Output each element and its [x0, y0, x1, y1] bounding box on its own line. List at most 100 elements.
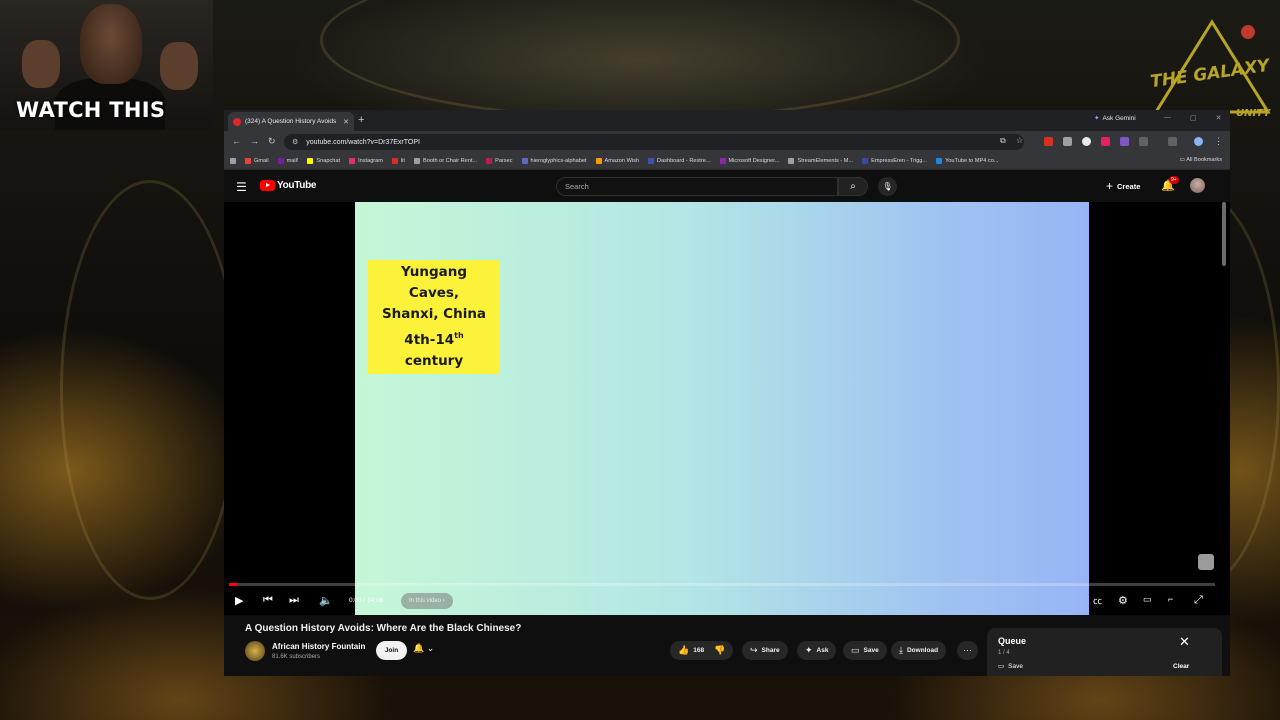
bookmark-label: YouTube to MP4 co...	[945, 158, 999, 164]
webcam-label: WATCH THIS	[16, 98, 166, 122]
bookmark-item[interactable]: mail!	[277, 158, 298, 164]
miniplayer-icon[interactable]: ▭	[1143, 594, 1152, 605]
download-button[interactable]: ⤓ Download	[891, 641, 947, 660]
bookmark-item[interactable]: Booth or Chair Rent...	[413, 158, 477, 164]
extension-icon[interactable]	[1044, 137, 1053, 146]
youtube-logo[interactable]: YouTube	[260, 180, 317, 191]
queue-save-button[interactable]: ▭ Save	[998, 662, 1023, 671]
extension-icon[interactable]	[1120, 137, 1129, 146]
apps-grid-icon[interactable]	[230, 158, 236, 164]
thumbs-down-icon[interactable]: 👎	[714, 645, 725, 656]
back-icon[interactable]: ←	[232, 136, 241, 146]
site-info-icon[interactable]: ⚙	[292, 138, 298, 146]
save-button[interactable]: ▭ Save	[843, 641, 887, 660]
fullscreen-icon[interactable]: ⤢	[1194, 594, 1203, 607]
subscription-bell-icon[interactable]: 🔔 ⌄	[413, 643, 434, 654]
channel-watermark-icon[interactable]	[1198, 554, 1214, 570]
like-count: 168	[693, 647, 705, 654]
logo-subtext: UNITY	[1236, 108, 1271, 119]
notification-badge: 9+	[1169, 176, 1179, 184]
microphone-icon[interactable]: 🎙	[878, 177, 897, 196]
share-label: Share	[761, 647, 780, 654]
bookmark-label: Microsoft Designer...	[728, 158, 780, 164]
volume-icon[interactable]: 🔈	[319, 594, 333, 607]
bookmark-star-icon[interactable]: ☆	[1016, 136, 1023, 145]
url-text[interactable]: youtube.com/watch?v=Dr37ExrTOPI	[306, 139, 420, 146]
bookmark-item[interactable]: Gmail	[245, 158, 269, 164]
bookmark-item[interactable]: Microsoft Designer...	[719, 158, 780, 164]
bookmark-item[interactable]: hieroglyphics-alphabet	[521, 158, 587, 164]
join-button[interactable]: Join	[376, 641, 407, 660]
minimize-icon[interactable]: —	[1164, 114, 1171, 122]
progress-bar[interactable]	[229, 583, 1215, 586]
channel-name[interactable]: African History Fountain	[272, 642, 365, 651]
omnibox[interactable]: ⚙ youtube.com/watch?v=Dr37ExrTOPI	[284, 134, 1024, 150]
next-icon[interactable]: ⏭	[289, 594, 299, 607]
browser-tab[interactable]: (324) A Question History Avoids ✕	[228, 112, 354, 131]
bookmark-label: EmpressEren - Trigg...	[871, 158, 928, 164]
close-tab-icon[interactable]: ✕	[343, 118, 349, 126]
extension-icon[interactable]	[1063, 137, 1072, 146]
extension-icon[interactable]	[1101, 137, 1110, 146]
window-controls: — ▢ ✕	[1164, 114, 1222, 122]
profile-icon[interactable]	[1194, 137, 1203, 146]
bookmark-item[interactable]: Dashboard - Restre...	[648, 158, 711, 164]
bookmark-favicon-icon	[648, 158, 655, 164]
webcam-person-head	[80, 4, 142, 84]
video-frame[interactable]: Yungang Caves, Shanxi, China 4th-14th ce…	[355, 202, 1089, 615]
caption-superscript: th	[454, 331, 464, 340]
bookmark-item[interactable]: Instagram	[349, 158, 383, 164]
hamburger-menu-icon[interactable]: ☰	[236, 180, 247, 194]
bookmark-item[interactable]: Parsec	[486, 158, 513, 164]
save-label: Save	[863, 647, 879, 654]
browser-menu-icon[interactable]: ⋮	[1214, 136, 1223, 147]
bookmark-item[interactable]: StreamElements - M...	[788, 158, 853, 164]
more-actions-button[interactable]: ⋯	[957, 641, 978, 660]
video-caption: Yungang Caves, Shanxi, China 4th-14th ce…	[368, 260, 500, 374]
extension-icon[interactable]	[1082, 137, 1091, 146]
gemini-icon: ✦	[1094, 115, 1100, 122]
youtube-favicon-icon	[233, 117, 241, 126]
captions-icon[interactable]: ㏄	[1093, 594, 1102, 607]
previous-icon[interactable]: ⏮	[263, 594, 273, 607]
bookmark-item[interactable]: lit	[391, 158, 405, 164]
maximize-icon[interactable]: ▢	[1190, 114, 1197, 122]
settings-gear-icon[interactable]: ⚙	[1118, 594, 1128, 607]
video-player[interactable]: Yungang Caves, Shanxi, China 4th-14th ce…	[224, 202, 1230, 615]
ask-button[interactable]: ✦ Ask	[797, 641, 837, 660]
bookmark-favicon-icon	[936, 158, 943, 164]
search-icon[interactable]: ⌕	[838, 177, 868, 196]
close-icon[interactable]: ✕	[1179, 634, 1190, 650]
all-bookmarks-button[interactable]: ▭ All Bookmarks	[1180, 157, 1222, 163]
bookmark-item[interactable]: Snapchat	[307, 158, 340, 164]
save-icon: ▭	[998, 663, 1005, 670]
time-display: 0:00 / 14:06	[349, 597, 384, 604]
page-scrollbar[interactable]	[1222, 202, 1226, 266]
background-swirl	[60, 180, 240, 600]
cast-icon[interactable]: ⌐	[1168, 594, 1173, 604]
create-button[interactable]: + Create	[1106, 179, 1140, 193]
bookmark-item[interactable]: YouTube to MP4 co...	[936, 158, 998, 164]
bookmark-label: Gmail	[254, 158, 269, 164]
channel-avatar[interactable]	[245, 641, 265, 661]
background-swirl	[320, 0, 960, 120]
search-input[interactable]: Search	[556, 177, 838, 196]
play-icon[interactable]: ▶	[235, 594, 243, 607]
new-tab-button[interactable]: +	[358, 114, 364, 126]
like-button[interactable]: 👍 168 👎	[670, 641, 734, 660]
bookmark-favicon-icon	[245, 158, 251, 164]
close-window-icon[interactable]: ✕	[1216, 114, 1222, 122]
bookmark-favicon-icon	[486, 158, 493, 164]
bookmark-item[interactable]: Amazon Wish	[595, 158, 639, 164]
extensions-puzzle-icon[interactable]	[1139, 137, 1148, 146]
forward-icon[interactable]: →	[250, 136, 259, 146]
side-panel-icon[interactable]	[1168, 137, 1177, 146]
bookmark-item[interactable]: EmpressEren - Trigg...	[862, 158, 927, 164]
queue-clear-button[interactable]: Clear	[1173, 663, 1189, 670]
avatar[interactable]	[1190, 178, 1205, 193]
share-button[interactable]: ↪ Share	[742, 641, 788, 660]
ask-gemini-button[interactable]: ✦ Ask Gemini	[1094, 114, 1136, 123]
reload-icon[interactable]: ↻	[268, 136, 276, 147]
chapter-button[interactable]: In this video ›	[401, 593, 453, 609]
install-icon[interactable]: ⧉	[1000, 136, 1006, 146]
